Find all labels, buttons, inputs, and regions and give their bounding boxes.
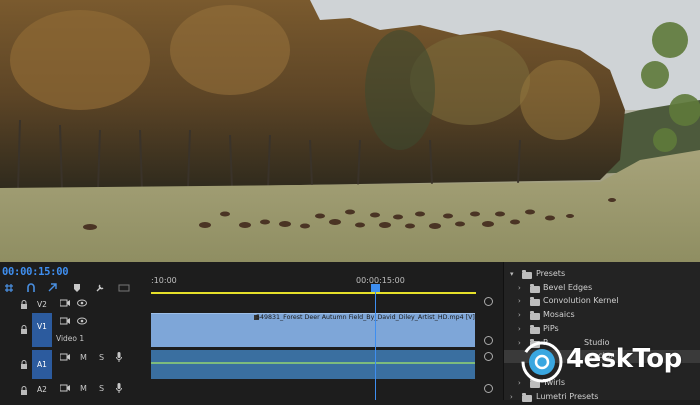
chevron-right-icon[interactable]: ›: [518, 284, 521, 292]
playhead-line[interactable]: [375, 285, 376, 400]
audio-clip-a1[interactable]: [151, 350, 475, 379]
video-preview-frame: [0, 0, 700, 262]
timecode-display[interactable]: 00:00:15:00: [2, 266, 69, 278]
effect-item-convolution-kernel[interactable]: Convolution Kernel: [543, 296, 618, 309]
sync-lock-icon[interactable]: [60, 384, 70, 392]
lock-icon[interactable]: [20, 386, 28, 395]
linked-selection-icon[interactable]: [48, 283, 58, 293]
audio-waveform: [151, 362, 475, 364]
track-header-v1: V1 Video 1: [0, 313, 150, 347]
lock-icon[interactable]: [20, 360, 28, 369]
sync-lock-icon[interactable]: [60, 353, 70, 361]
effect-item-bevel-edges[interactable]: Bevel Edges: [543, 283, 592, 296]
track-label-a1[interactable]: A1: [32, 350, 52, 379]
track-header-a1: A1 M S: [0, 350, 150, 379]
effects-root-presets[interactable]: Presets: [536, 269, 565, 282]
sync-lock-icon[interactable]: [60, 317, 70, 325]
nest-icon[interactable]: [4, 283, 14, 293]
effect-item-pips[interactable]: PiPs: [543, 324, 559, 337]
track-scroll-knob[interactable]: [484, 352, 493, 361]
folder-icon: [530, 325, 540, 334]
folder-icon: [522, 393, 532, 402]
folder-icon: [530, 284, 540, 293]
chevron-down-icon[interactable]: ▾: [510, 270, 514, 278]
folder-icon: [530, 297, 540, 306]
eye-icon[interactable]: [77, 299, 87, 307]
microphone-icon[interactable]: [116, 352, 122, 362]
wrench-icon[interactable]: [95, 283, 105, 293]
captions-icon[interactable]: [118, 283, 130, 293]
chevron-right-icon[interactable]: ›: [518, 325, 521, 333]
solo-button[interactable]: S: [99, 384, 104, 393]
track-label-v2[interactable]: V2: [32, 296, 52, 314]
solo-button[interactable]: S: [99, 353, 104, 362]
track-scroll-knob[interactable]: [484, 384, 493, 393]
snap-icon[interactable]: [26, 283, 36, 293]
ruler-time-start: :10:00: [151, 276, 177, 285]
folder-icon: [522, 270, 532, 279]
track-name-v1: Video 1: [56, 334, 85, 343]
mute-button[interactable]: M: [80, 353, 87, 362]
folder-icon: [530, 311, 540, 320]
work-area-bar[interactable]: [151, 292, 476, 294]
track-scroll-knob[interactable]: [484, 336, 493, 345]
ruler-time-mid: 00:00:15:00: [356, 276, 405, 285]
chevron-right-icon[interactable]: ›: [518, 311, 521, 319]
clip-title: 549831_Forest Deer Autumn Field_By_David…: [256, 314, 475, 321]
playhead-handle[interactable]: [371, 284, 380, 292]
effect-item-mosaics[interactable]: Mosaics: [543, 310, 575, 323]
sync-lock-icon[interactable]: [60, 299, 70, 307]
mute-button[interactable]: M: [80, 384, 87, 393]
effect-item-lumetri-presets[interactable]: Lumetri Presets: [536, 392, 598, 405]
chevron-right-icon[interactable]: ›: [518, 297, 521, 305]
track-label-v1[interactable]: V1: [32, 313, 52, 347]
track-header-a2: A2 M S: [0, 381, 150, 400]
lock-icon[interactable]: [20, 325, 28, 334]
microphone-icon[interactable]: [116, 383, 122, 393]
track-scroll-knob[interactable]: [484, 297, 493, 306]
eye-icon[interactable]: [77, 317, 87, 325]
marker-icon[interactable]: [72, 283, 82, 293]
track-label-a2[interactable]: A2: [32, 381, 52, 399]
watermark-text: 4eskTop: [566, 344, 682, 374]
lock-icon[interactable]: [20, 300, 28, 309]
